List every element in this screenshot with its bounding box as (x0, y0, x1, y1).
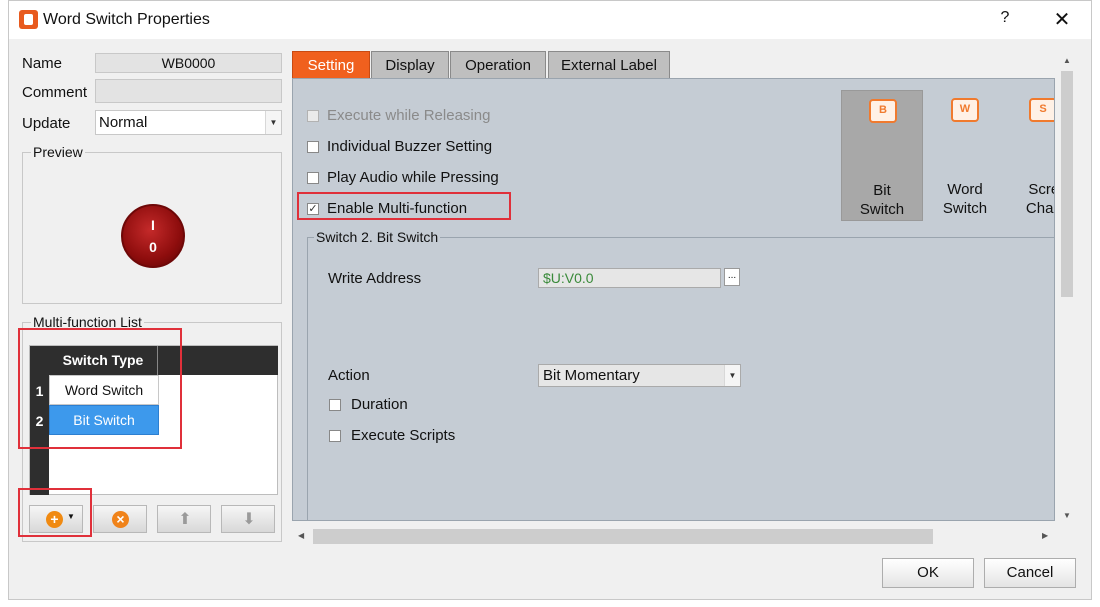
action-value: Bit Momentary (543, 367, 640, 384)
switch-type-label: Bit Switch (842, 181, 922, 219)
update-label: Update (22, 115, 71, 132)
tab-setting[interactable]: Setting (292, 51, 370, 78)
screen-change-icon: S (1029, 98, 1054, 122)
enable-multi-function-label: Enable Multi-function (327, 200, 468, 217)
chevron-down-icon: ▼ (265, 111, 281, 134)
scroll-left-icon[interactable]: ◀ (298, 531, 304, 540)
action-label: Action (328, 367, 370, 384)
move-down-button[interactable]: ⬇ (221, 505, 275, 533)
switch-type-label: Scree Chang (1007, 180, 1054, 218)
switch-type-label: Word Switch (924, 180, 1006, 218)
chevron-down-icon: ▼ (724, 365, 740, 386)
knob-top-label: I (151, 217, 155, 233)
comment-label: Comment (22, 84, 88, 101)
multi-function-label: Multi-function List (31, 314, 144, 330)
preview-switch-icon: I 0 (121, 204, 185, 268)
table-row[interactable]: Word Switch (49, 375, 159, 405)
section-title: Switch 2. Bit Switch (314, 229, 441, 245)
scroll-up-icon[interactable]: ▲ (1063, 56, 1071, 65)
bit-switch-icon: B (869, 99, 897, 123)
setting-panel: Execute while Releasing Individual Buzze… (292, 78, 1055, 521)
switch-section: Switch 2. Bit Switch Write Address $U:V0… (307, 229, 1054, 520)
checkbox-icon (307, 172, 319, 184)
checkbox-icon (329, 399, 341, 411)
checkbox-icon (329, 430, 341, 442)
comment-field[interactable] (95, 79, 282, 103)
switch-type-line2: Chang (1025, 200, 1054, 217)
update-value: Normal (99, 114, 148, 131)
switch-type-line1: Bit (873, 182, 891, 199)
close-button[interactable]: ✕ (1049, 7, 1075, 33)
dialog-title: Word Switch Properties (43, 11, 210, 28)
write-address-field[interactable]: $U:V0.0 (538, 268, 721, 288)
switch-type-line2: Switch (942, 200, 988, 217)
column-header: Switch Type (49, 346, 278, 375)
chevron-down-icon: ▼ (67, 512, 75, 521)
preview-group: Preview I 0 (22, 144, 282, 304)
action-select[interactable]: Bit Momentary ▼ (538, 364, 741, 387)
word-switch-icon: W (951, 98, 979, 122)
switch-type-line2: Switch (859, 201, 905, 218)
move-up-button[interactable]: ⬆ (157, 505, 211, 533)
tab-external-label[interactable]: External Label (548, 51, 670, 78)
app-icon (19, 10, 38, 29)
update-select[interactable]: Normal ▼ (95, 110, 282, 135)
title-bar: Word Switch Properties ? ✕ (9, 1, 1091, 39)
checkbox-icon (307, 110, 319, 122)
knob-bottom-label: 0 (149, 239, 157, 255)
row-header-column: 1 2 (30, 346, 49, 495)
switch-type-word[interactable]: W Word Switch (924, 90, 1006, 221)
tab-operation[interactable]: Operation (450, 51, 546, 78)
checkbox-icon (307, 141, 319, 153)
table-row-selected[interactable]: Bit Switch (49, 405, 159, 435)
arrow-down-icon: ⬇ (242, 511, 256, 528)
execute-scripts-label: Execute Scripts (351, 427, 456, 444)
add-function-button[interactable]: + ▼ (29, 505, 83, 533)
delete-circle-icon: × (112, 511, 129, 528)
switch-type-line1: Word (947, 181, 983, 198)
name-label: Name (22, 55, 63, 72)
row-number: 2 (35, 413, 44, 429)
horizontal-scroll-thumb[interactable] (313, 529, 933, 544)
individual-buzzer-label: Individual Buzzer Setting (327, 138, 493, 155)
duration-label: Duration (351, 396, 408, 413)
play-audio-label: Play Audio while Pressing (327, 169, 499, 186)
help-button[interactable]: ? (994, 9, 1016, 31)
scroll-down-icon[interactable]: ▼ (1063, 511, 1071, 520)
name-field[interactable]: WB0000 (95, 53, 282, 73)
row-number: 1 (35, 383, 44, 399)
execute-releasing-label: Execute while Releasing (327, 107, 491, 124)
vertical-scroll-thumb[interactable] (1061, 71, 1073, 297)
switch-type-bit[interactable]: B Bit Switch (841, 90, 923, 221)
preview-label: Preview (31, 144, 85, 160)
cancel-button[interactable]: Cancel (984, 558, 1076, 588)
delete-function-button[interactable]: × (93, 505, 147, 533)
write-address-label: Write Address (328, 270, 422, 287)
arrow-up-icon: ⬆ (178, 511, 192, 528)
tab-display[interactable]: Display (371, 51, 449, 78)
horizontal-scrollbar[interactable]: ◀ ▶ (292, 526, 1056, 546)
vertical-scrollbar[interactable]: ▲ ▼ (1058, 51, 1076, 524)
switch-type-selector: B Bit Switch W Word Switch S Scree Chang (841, 90, 1054, 221)
address-browse-button[interactable]: ... (724, 268, 740, 286)
ok-button[interactable]: OK (882, 558, 974, 588)
checkmark-icon: ✓ (307, 203, 319, 215)
multi-function-table: 1 2 Switch Type Word Switch Bit Switch (29, 345, 278, 495)
column-header-switch-type: Switch Type (49, 346, 158, 375)
switch-type-screen[interactable]: S Scree Chang (1007, 90, 1054, 221)
scroll-right-icon[interactable]: ▶ (1042, 531, 1048, 540)
plus-circle-icon: + (46, 511, 63, 528)
switch-type-line1: Scree (1028, 181, 1054, 198)
